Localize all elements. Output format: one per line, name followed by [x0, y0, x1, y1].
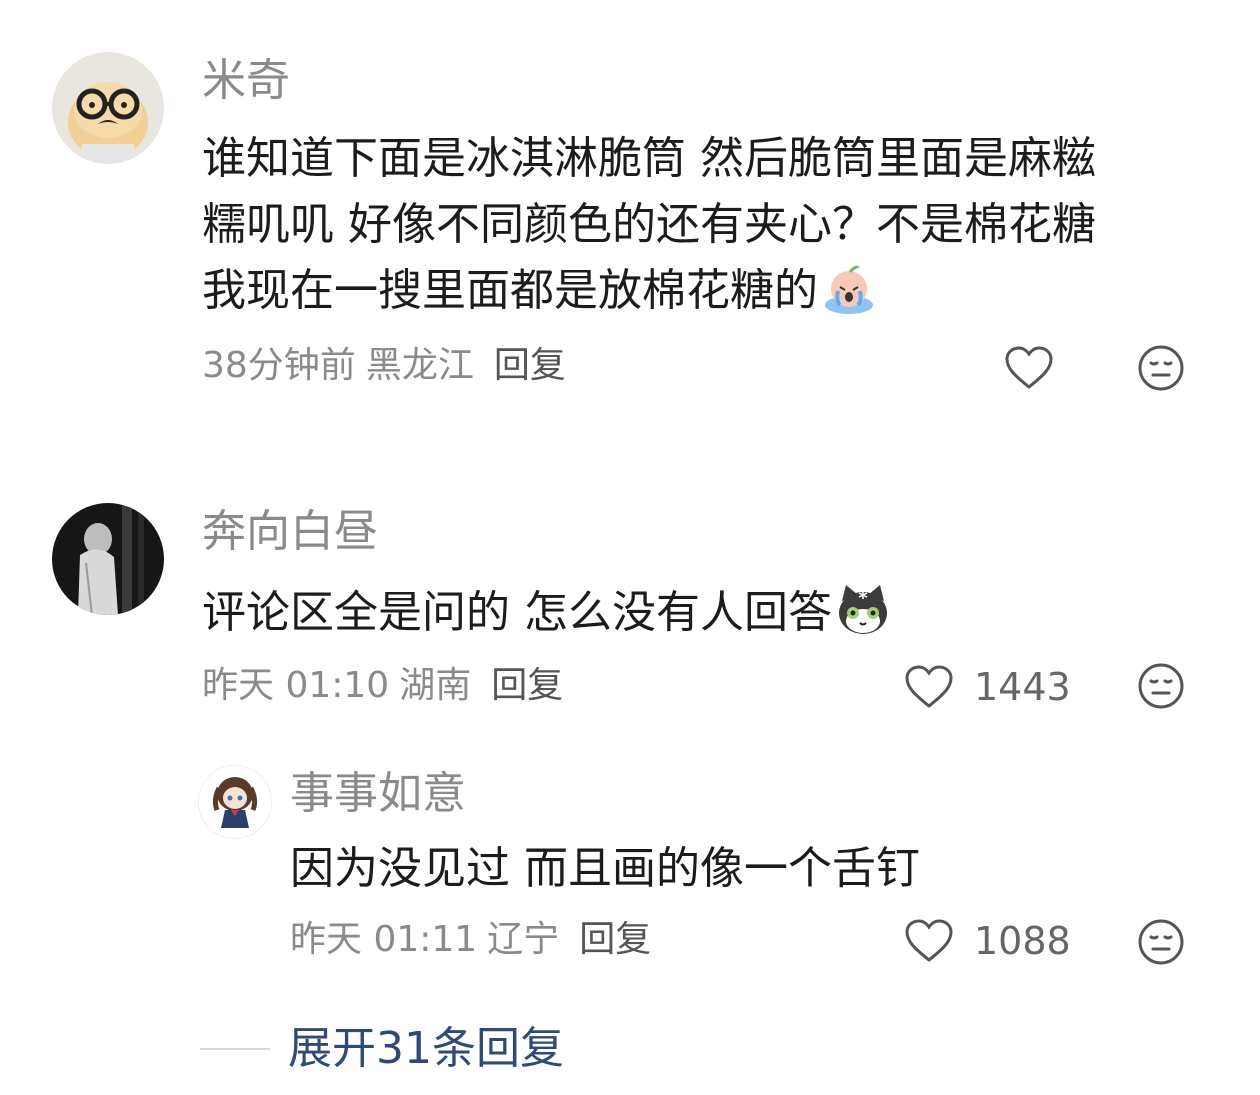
comment-content-line: 评论区全是问的 怎么没有人回答: [202, 580, 890, 646]
comment-time: 38分钟前: [202, 345, 356, 386]
shocked-cat-emoji: [836, 583, 890, 637]
like-button[interactable]: 1088: [904, 918, 1071, 964]
comment-content-line: 谁知道下面是冰淇淋脆筒 然后脆筒里面是麻糍: [202, 133, 1096, 184]
comment-location: 黑龙江: [365, 345, 474, 386]
reply-location: 辽宁: [487, 919, 560, 960]
neutral-face-icon: [1138, 345, 1184, 391]
comment-location: 湖南: [399, 665, 472, 706]
reply-button[interactable]: 回复: [579, 919, 651, 960]
anime-girl-avatar: [199, 766, 271, 838]
reply-content: 因为没见过 而且画的像一个舌钉: [290, 836, 920, 902]
divider: [200, 1048, 270, 1050]
comment-meta: 38分钟前 黑龙江 回复: [202, 344, 576, 388]
heart-icon: [905, 919, 953, 962]
comment-list: 米奇 谁知道下面是冰淇淋脆筒 然后脆筒里面是麻糍 糯叽叽 好像不同颜色的还有夹心…: [0, 0, 1260, 1095]
comment-content-line: 糯叽叽 好像不同颜色的还有夹心？不是棉花糖: [202, 199, 1096, 250]
neutral-face-icon: [1138, 919, 1184, 965]
dark-figure-avatar: [52, 503, 164, 615]
dislike-button[interactable]: [1137, 344, 1185, 392]
comment-content-text: 我现在一搜里面都是放棉花糖的: [202, 265, 818, 316]
dislike-button[interactable]: [1137, 662, 1185, 710]
comment-time: 昨天 01:10: [202, 665, 390, 706]
comment-content: 评论区全是问的 怎么没有人回答: [202, 580, 890, 646]
like-button[interactable]: 1443: [904, 664, 1071, 710]
reply-button[interactable]: 回复: [491, 665, 563, 706]
like-count: 1443: [974, 665, 1071, 709]
comment-content: 谁知道下面是冰淇淋脆筒 然后脆筒里面是麻糍 糯叽叽 好像不同颜色的还有夹心？不是…: [202, 126, 1096, 324]
dislike-button[interactable]: [1137, 918, 1185, 966]
dog-with-glasses-avatar: [52, 52, 164, 164]
expand-replies-button[interactable]: 展开31条回复: [200, 1022, 564, 1076]
reply-meta: 昨天 01:11 辽宁 回复: [290, 918, 661, 962]
user-avatar[interactable]: [198, 765, 272, 839]
like-button[interactable]: [1004, 345, 1074, 391]
neutral-face-icon: [1138, 663, 1184, 709]
reply-button[interactable]: 回复: [494, 345, 566, 386]
like-count: 1088: [974, 919, 1071, 963]
heart-icon: [905, 665, 953, 708]
comment-username[interactable]: 米奇: [202, 56, 290, 106]
comment-content-line: 我现在一搜里面都是放棉花糖的: [202, 258, 1096, 324]
user-avatar[interactable]: [52, 503, 164, 615]
crying-peach-emoji: [822, 261, 876, 315]
heart-icon: [1005, 346, 1053, 389]
comment-content-text: 评论区全是问的 怎么没有人回答: [202, 587, 832, 638]
reply-content-line: 因为没见过 而且画的像一个舌钉: [290, 843, 920, 894]
user-avatar[interactable]: [52, 52, 164, 164]
comment-username[interactable]: 奔向白昼: [202, 507, 378, 557]
comment-meta: 昨天 01:10 湖南 回复: [202, 664, 573, 708]
reply-time: 昨天 01:11: [290, 919, 478, 960]
reply-username[interactable]: 事事如意: [290, 769, 466, 819]
expand-replies-label: 展开31条回复: [288, 1023, 564, 1074]
